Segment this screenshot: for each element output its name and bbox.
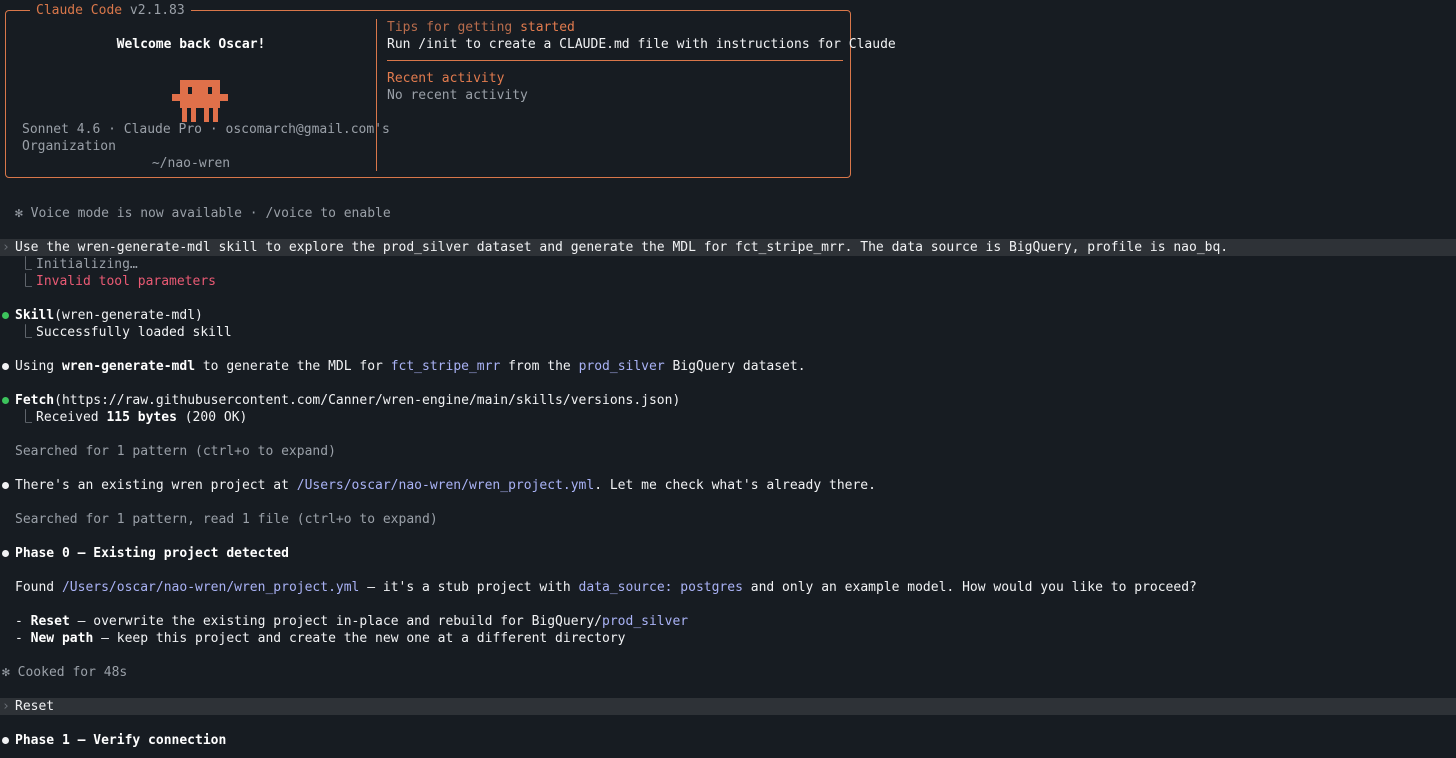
prompt-caret-icon: ›	[2, 240, 10, 255]
org-info: Organization	[22, 139, 116, 154]
version-label: v2.1.83	[129, 3, 185, 18]
skill-call: Skill(wren-generate-mdl)	[15, 308, 203, 323]
error-message: Invalid tool parameters	[36, 274, 217, 289]
user-prompt-row	[0, 698, 1456, 715]
recent-activity-text: No recent activity	[387, 88, 528, 103]
app-title: Claude Code v2.1.83	[30, 2, 191, 19]
option-new-path: - New path — keep this project and creat…	[15, 631, 626, 646]
assistant-message: There's an existing wren project at /Use…	[15, 478, 876, 493]
tips-title: Tips for getting started	[387, 20, 575, 35]
tree-branch-icon: ⎿	[19, 274, 33, 289]
tree-branch-icon: ⎿	[19, 410, 33, 425]
tree-branch-icon: ⎿	[19, 325, 33, 340]
bullet-icon	[2, 312, 9, 319]
bullet-icon	[2, 482, 9, 489]
fetch-call: Fetch(https://raw.githubusercontent.com/…	[15, 393, 681, 408]
bullet-icon	[2, 397, 9, 404]
recent-activity-title: Recent activity	[387, 71, 505, 86]
working-directory: ~/nao-wren	[151, 156, 231, 171]
tips-text: Run /init to create a CLAUDE.md file wit…	[387, 37, 896, 52]
account-info: Sonnet 4.6 · Claude Pro · oscomarch@gmai…	[22, 122, 390, 137]
status-initializing: Initializing…	[36, 257, 138, 272]
tree-branch-icon: ⎿	[19, 257, 33, 272]
welcome-panel: Claude Code v2.1.83 Welcome back Oscar! …	[5, 2, 896, 178]
voice-notice: ✻ Voice mode is now available · /voice t…	[15, 206, 391, 221]
panel-divider	[376, 19, 377, 171]
tips-divider	[387, 60, 843, 61]
skill-result: Successfully loaded skill	[36, 325, 232, 340]
bullet-icon	[2, 737, 9, 744]
bullet-icon	[2, 363, 9, 370]
welcome-message: Welcome back Oscar!	[116, 37, 266, 52]
fetch-result: Received 115 bytes (200 OK)	[36, 410, 248, 425]
assistant-message: Found /Users/oscar/nao-wren/wren_project…	[15, 580, 1197, 595]
search-summary[interactable]: Searched for 1 pattern, read 1 file (ctr…	[15, 511, 438, 528]
search-summary[interactable]: Searched for 1 pattern (ctrl+o to expand…	[15, 443, 336, 460]
bullet-icon	[2, 550, 9, 557]
phase-heading: Phase 0 — Existing project detected	[15, 546, 289, 561]
user-prompt: Reset	[15, 699, 55, 714]
phase-heading: Phase 1 — Verify connection	[15, 733, 227, 748]
timing-status: ✻ Cooked for 48s	[2, 665, 128, 680]
user-prompt: Use the wren-generate-mdl skill to explo…	[15, 240, 1229, 255]
mascot-icon	[172, 80, 228, 122]
assistant-message: Using wren-generate-mdl to generate the …	[15, 359, 806, 374]
option-reset: - Reset — overwrite the existing project…	[15, 614, 689, 629]
prompt-caret-icon: ›	[2, 699, 10, 714]
